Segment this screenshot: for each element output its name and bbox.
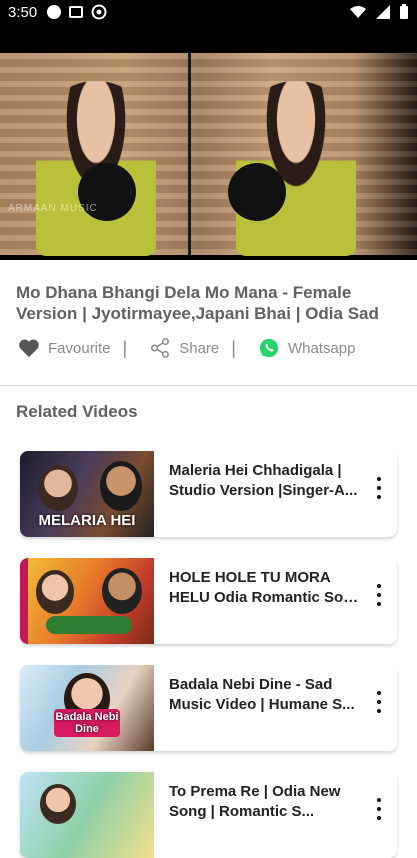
more-options-icon[interactable]	[375, 477, 383, 499]
title-line-1: To Prema Re | Odia New	[169, 783, 341, 800]
title-line-2: Song | Romantic S...	[169, 803, 315, 820]
battery-icon	[400, 4, 408, 19]
more-options-icon[interactable]	[375, 798, 383, 820]
thumbnail-face	[40, 784, 76, 824]
related-video-title: HOLE HOLE TU MORA HELU Odia Romantic Son…	[169, 568, 364, 608]
related-video-card[interactable]: To Prema Re | Odia New Song | Romantic S…	[20, 772, 397, 858]
more-options-icon[interactable]	[375, 584, 383, 606]
related-video-card[interactable]: MELARIA HEI Maleria Hei Chhadigala | Stu…	[20, 451, 397, 537]
title-line-2: HELU Odia Romantic Son...	[169, 589, 364, 606]
title-line-1: Badala Nebi Dine - Sad	[169, 676, 333, 693]
microphone-right	[228, 163, 286, 221]
favourite-label: Favourite	[48, 339, 111, 357]
whatsapp-icon	[259, 338, 279, 358]
thumbnail-label: MELARIA HEI	[38, 512, 136, 529]
thumbnail-face-right	[100, 461, 142, 511]
status-time: 3:50	[8, 3, 38, 21]
notification-dot-icon	[47, 5, 62, 19]
thumbnail-label: Badala Nebi Dine	[54, 709, 120, 737]
gmail-icon	[69, 6, 84, 18]
status-left-icons	[47, 4, 107, 20]
related-video-title: To Prema Re | Odia New Song | Romantic S…	[169, 782, 364, 822]
thumbnail-face-right	[102, 568, 142, 614]
share-label: Share	[179, 339, 220, 357]
thumbnail-title-graphic	[46, 616, 132, 634]
video-title-area: Mo Dhana Bhangi Dela Mo Mana - Female Ve…	[16, 282, 396, 324]
favourite-button[interactable]: Favourite	[18, 338, 111, 358]
section-divider	[0, 385, 417, 386]
related-video-card[interactable]: Badala Nebi Dine Badala Nebi Dine - Sad …	[20, 665, 397, 751]
share-button[interactable]: Share	[149, 337, 219, 359]
thumbnail-face-left	[38, 465, 78, 511]
whatsapp-label: Whatsapp	[287, 339, 356, 357]
video-thumbnail	[20, 772, 154, 858]
share-icon	[151, 338, 170, 358]
video-thumbnail	[20, 558, 154, 644]
thumbnail-face-left	[36, 570, 74, 614]
wifi-icon	[350, 6, 366, 18]
related-video-title: Badala Nebi Dine - Sad Music Video | Hum…	[169, 675, 364, 715]
video-split-divider	[188, 53, 191, 255]
heart-icon	[19, 339, 39, 358]
related-videos-heading: Related Videos	[16, 402, 138, 421]
status-right-icons	[349, 4, 409, 20]
video-watermark: ARMAAN MUSIC	[8, 203, 98, 214]
thumbnail-side-band	[20, 558, 28, 644]
title-line-2: Studio Version |Singer-A...	[169, 482, 358, 499]
title-line-1: Maleria Hei Chhadigala |	[169, 462, 342, 479]
related-video-card[interactable]: HOLE HOLE TU MORA HELU Odia Romantic Son…	[20, 558, 397, 644]
video-frame: ARMAAN MUSIC	[0, 53, 417, 256]
video-actions: Favourite | Share | Whatsapp	[18, 337, 355, 359]
status-bar: 3:50	[0, 0, 417, 24]
video-player[interactable]: ARMAAN MUSIC	[0, 24, 417, 260]
video-title: Mo Dhana Bhangi Dela Mo Mana - Female Ve…	[16, 283, 379, 323]
action-separator: |	[122, 337, 128, 358]
signal-icon	[376, 5, 390, 19]
title-line-2: Music Video | Humane S...	[169, 696, 355, 713]
more-options-icon[interactable]	[375, 691, 383, 713]
at-sign-icon	[91, 4, 107, 20]
action-separator: |	[231, 337, 236, 358]
whatsapp-button[interactable]: Whatsapp	[258, 337, 356, 359]
video-thumbnail: Badala Nebi Dine	[20, 665, 154, 751]
video-thumbnail: MELARIA HEI	[20, 451, 154, 537]
title-line-1: HOLE HOLE TU MORA	[169, 569, 331, 586]
related-video-title: Maleria Hei Chhadigala | Studio Version …	[169, 461, 364, 501]
